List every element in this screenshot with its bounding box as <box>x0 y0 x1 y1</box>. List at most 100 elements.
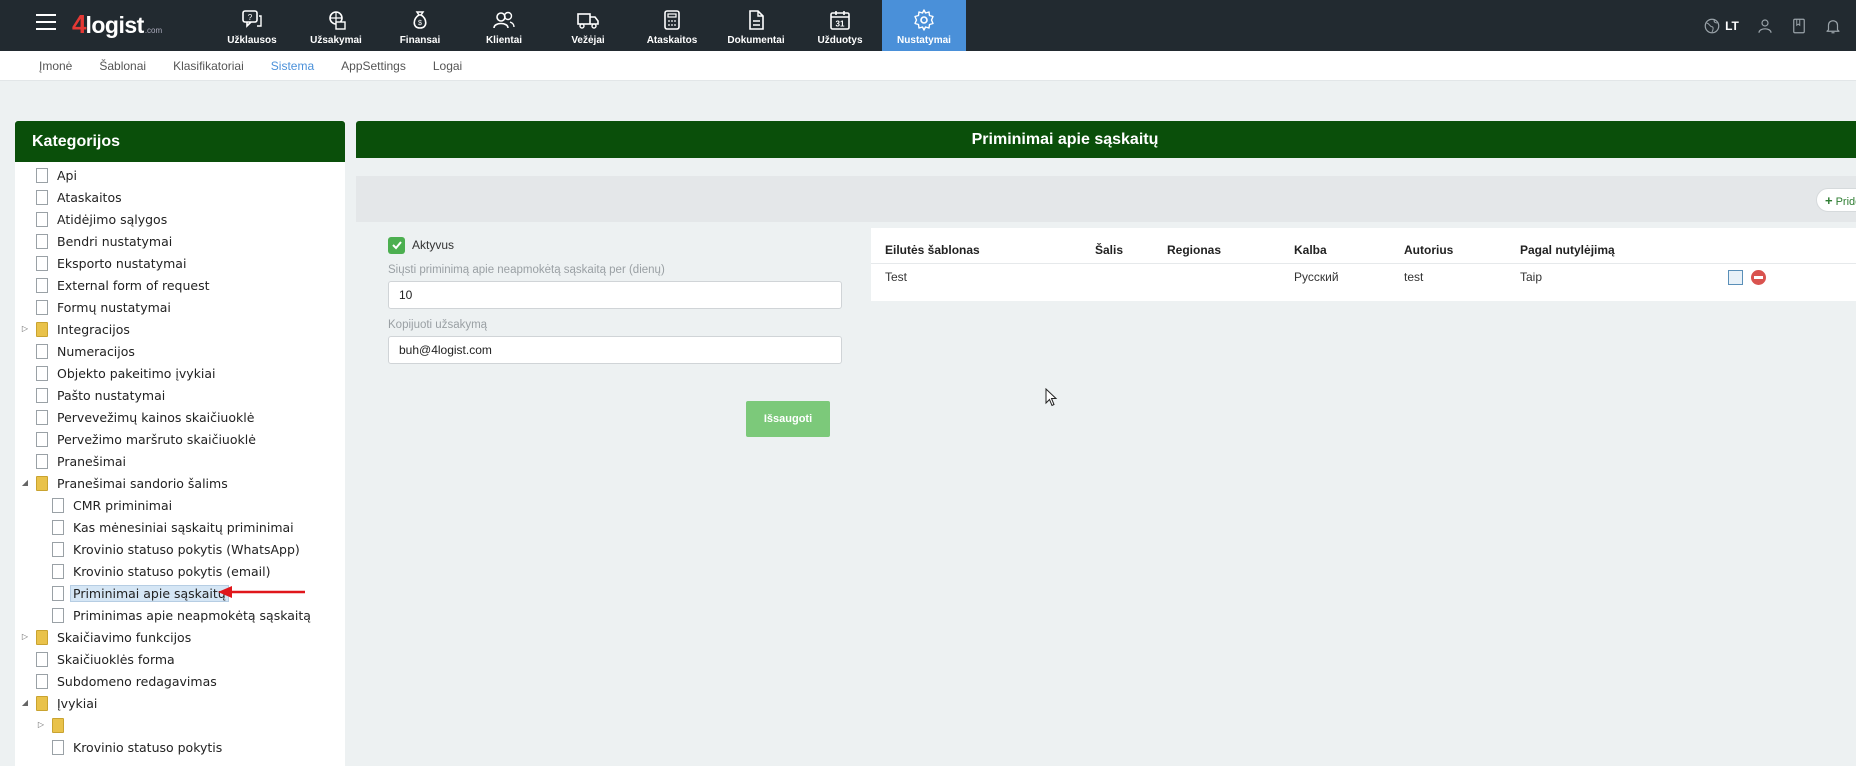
document-icon <box>36 211 48 227</box>
tree-item-label: Krovinio statuso pokytis (WhatsApp) <box>73 541 300 557</box>
col-header-actions <box>1714 237 1856 264</box>
tree-item[interactable]: Pranešimai <box>15 450 345 472</box>
document-icon <box>36 387 48 403</box>
tree-item[interactable]: Eksporto nustatymai <box>15 252 345 274</box>
subnav-imone[interactable]: Įmonė <box>39 59 72 73</box>
svg-text:$: $ <box>418 20 422 27</box>
delete-icon[interactable] <box>1751 269 1766 285</box>
col-header-country[interactable]: Šalis <box>1081 237 1153 264</box>
language-code: LT <box>1725 18 1739 33</box>
tree-item[interactable]: Kas mėnesiniai sąskaitų priminimai <box>15 516 345 538</box>
orders-icon <box>329 11 346 30</box>
expand-toggle-icon[interactable]: ▷ <box>21 325 29 333</box>
col-header-default[interactable]: Pagal nutylėjimą <box>1506 237 1714 264</box>
user-profile-button[interactable] <box>1748 0 1782 51</box>
subnav-appsettings[interactable]: AppSettings <box>341 59 406 73</box>
tree-item-label: Krovinio statuso pokytis (email) <box>73 563 271 579</box>
tree-item-label: Skaičiuoklės forma <box>57 651 175 667</box>
tree-item[interactable]: Pervevežimų kainos skaičiuoklė <box>15 406 345 428</box>
nav-item-uzduotys[interactable]: 31 Užduotys <box>798 0 882 51</box>
menu-icon[interactable] <box>36 14 56 32</box>
globe-icon <box>1704 18 1720 33</box>
tree-item[interactable]: CMR priminimai <box>15 494 345 516</box>
col-header-language[interactable]: Kalba <box>1280 237 1390 264</box>
tree-item-label: Priminimas apie neapmokėtą sąskaitą <box>73 607 311 623</box>
bookmarks-button[interactable] <box>1782 0 1816 51</box>
add-button[interactable]: +Pridėti <box>1816 188 1856 212</box>
document-icon <box>36 453 48 469</box>
active-checkbox[interactable] <box>388 236 405 254</box>
tree-item[interactable]: External form of request <box>15 274 345 296</box>
tree-item-label: Subdomeno redagavimas <box>57 673 217 689</box>
col-header-region[interactable]: Regionas <box>1153 237 1280 264</box>
nav-item-ataskaitos[interactable]: Ataskaitos <box>630 0 714 51</box>
app-logo[interactable]: 4 logist .com <box>72 9 162 39</box>
tree-item[interactable]: ▷ Skaičiavimo funkcijos <box>15 626 345 648</box>
save-button[interactable]: Išsaugoti <box>746 401 830 437</box>
tree-item[interactable]: ◢ Pranešimai sandorio šalims <box>15 472 345 494</box>
tree-item-label: Formų nustatymai <box>57 299 171 315</box>
tree-item[interactable]: Pervežimo maršruto skaičiuoklė <box>15 428 345 450</box>
table-row[interactable]: Test Русский test Taip <box>871 263 1856 291</box>
nav-item-uzklausos[interactable]: ? Užklausos <box>210 0 294 51</box>
tree-item-label: Eksporto nustatymai <box>57 255 187 271</box>
categories-title: Kategorijos <box>15 121 345 162</box>
subnav-klasifikatoriai[interactable]: Klasifikatoriai <box>173 59 244 73</box>
tree-item[interactable]: Krovinio statuso pokytis (email) <box>15 560 345 582</box>
tree-item[interactable]: ▷ Integracijos <box>15 318 345 340</box>
tree-item[interactable]: Pašto nustatymai <box>15 384 345 406</box>
copy-email-field[interactable]: buh@4logist.com <box>388 336 842 364</box>
tree-item[interactable]: ▷ <box>15 714 345 736</box>
plus-icon: + <box>1825 193 1833 208</box>
document-icon <box>36 255 48 271</box>
col-header-template[interactable]: Eilutės šablonas <box>871 237 1081 264</box>
expand-toggle-icon[interactable]: ▷ <box>37 721 45 729</box>
cell-region <box>1153 263 1280 291</box>
collapse-toggle-icon[interactable]: ◢ <box>21 699 29 707</box>
document-icon <box>36 167 48 183</box>
cell-author: test <box>1404 270 1424 285</box>
nav-item-dokumentai[interactable]: Dokumentai <box>714 0 798 51</box>
subnav-sistema[interactable]: Sistema <box>271 59 314 73</box>
collapse-toggle-icon[interactable]: ◢ <box>21 479 29 487</box>
edit-icon[interactable] <box>1728 269 1743 285</box>
tree-item[interactable]: Objekto pakeitimo įvykiai <box>15 362 345 384</box>
nav-label: Užduotys <box>817 35 863 46</box>
notifications-button[interactable] <box>1816 0 1850 51</box>
tree-item[interactable]: ◢ Įvykiai <box>15 692 345 714</box>
tree-item[interactable]: Ataskaitos <box>15 186 345 208</box>
top-right-tools: LT <box>1694 0 1856 51</box>
calendar-icon: 31 <box>830 11 850 30</box>
tree-item[interactable]: Priminimas apie neapmokėtą sąskaitą <box>15 604 345 626</box>
nav-item-uzsakymai[interactable]: Užsakymai <box>294 0 378 51</box>
tree-item[interactable]: Formų nustatymai <box>15 296 345 318</box>
document-icon <box>36 189 48 205</box>
document-icon <box>36 277 48 293</box>
nav-item-vezejai[interactable]: Vežėjai <box>546 0 630 51</box>
subnav-logai[interactable]: Logai <box>433 59 462 73</box>
nav-label: Užsakymai <box>310 35 362 46</box>
days-field[interactable]: 10 <box>388 281 842 309</box>
svg-text:?: ? <box>248 13 253 22</box>
folder-icon <box>36 475 48 491</box>
tree-item[interactable]: Priminimai apie sąskaitų <box>15 582 345 604</box>
tree-item[interactable]: Api <box>15 164 345 186</box>
language-selector[interactable]: LT <box>1694 0 1748 51</box>
expand-toggle-icon[interactable]: ▷ <box>21 633 29 641</box>
tree-item[interactable]: Numeracijos <box>15 340 345 362</box>
tree-item[interactable]: Subdomeno redagavimas <box>15 670 345 692</box>
col-header-author[interactable]: Autorius <box>1390 237 1506 264</box>
user-icon <box>1758 18 1772 33</box>
nav-item-klientai[interactable]: Klientai <box>462 0 546 51</box>
tree-item[interactable]: Krovinio statuso pokytis (WhatsApp) <box>15 538 345 560</box>
tree-item[interactable]: Atidėjimo sąlygos <box>15 208 345 230</box>
nav-item-finansai[interactable]: $ Finansai <box>378 0 462 51</box>
folder-icon <box>36 321 48 337</box>
tree-item[interactable]: Skaičiuoklės forma <box>15 648 345 670</box>
subnav-sablonai[interactable]: Šablonai <box>99 59 146 73</box>
nav-item-nustatymai[interactable]: Nustatymai <box>882 0 966 51</box>
tree-item[interactable]: Bendri nustatymai <box>15 230 345 252</box>
tree-item[interactable]: Krovinio statuso pokytis <box>15 736 345 758</box>
templates-table-panel: Eilutės šablonas Šalis Regionas Kalba Au… <box>871 228 1856 301</box>
tree-item-label: Krovinio statuso pokytis <box>73 739 223 755</box>
